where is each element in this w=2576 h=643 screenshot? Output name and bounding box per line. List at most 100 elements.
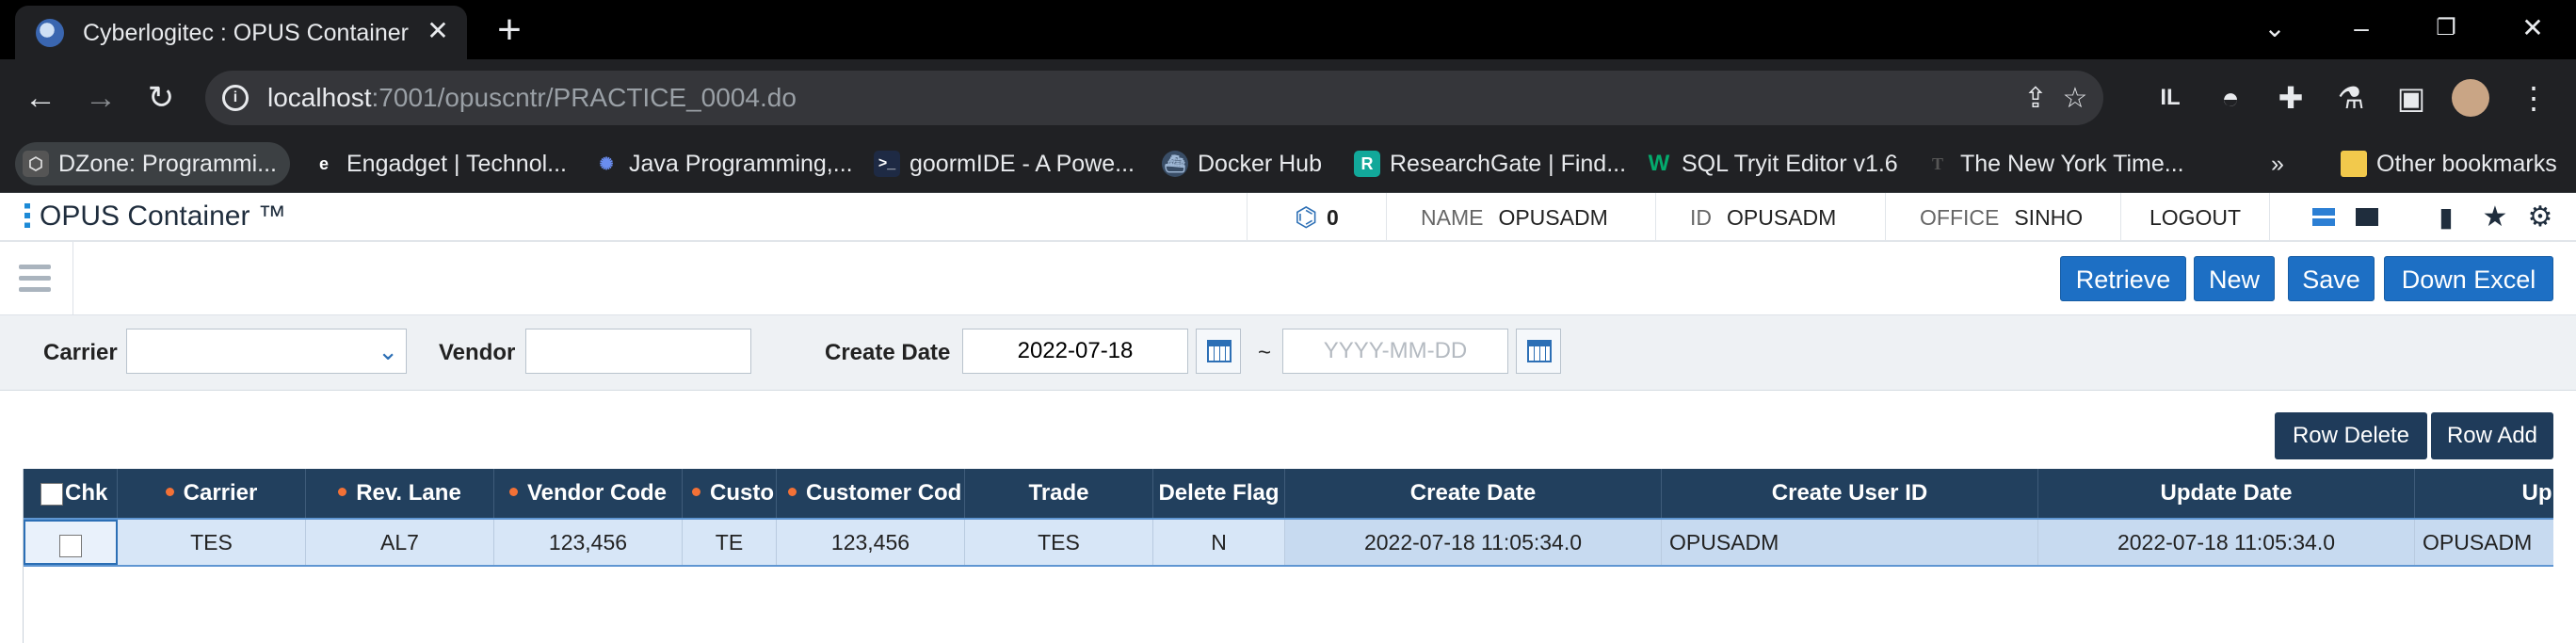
bookmark-nytimes[interactable]: T The New York Time... [1917, 142, 2184, 185]
header-update-user-id[interactable]: Up [2415, 469, 2553, 518]
header-create-user-id[interactable]: Create User ID [1662, 469, 2038, 518]
folder-icon [2341, 151, 2367, 177]
favorite-star-icon[interactable]: ★ [2478, 201, 2512, 234]
vendor-label: Vendor [439, 340, 516, 365]
bookmarks-overflow-icon[interactable]: » [2271, 142, 2284, 185]
create-date-from-input[interactable]: 2022-07-18 [962, 329, 1188, 374]
engadget-icon: e [318, 154, 329, 173]
cell-rev-lane[interactable]: AL7 [306, 520, 494, 565]
save-button[interactable]: Save [2288, 256, 2375, 301]
site-info-icon[interactable]: i [222, 85, 249, 111]
window-close-icon[interactable]: ✕ [2489, 0, 2576, 56]
cell-update-date[interactable]: 2022-07-18 11:05:34.0 [2038, 520, 2415, 565]
header-carrier[interactable]: Carrier [118, 469, 306, 518]
browser-tab[interactable]: Cyberlogitec : OPUS Container ✕ [15, 6, 467, 59]
bookmark-star-icon[interactable]: ☆ [2056, 80, 2094, 118]
vendor-input[interactable] [525, 329, 751, 374]
other-bookmarks[interactable]: Other bookmarks [2333, 142, 2557, 185]
back-icon[interactable]: ← [19, 76, 62, 120]
cell-customer-code[interactable]: 123,456 [777, 520, 965, 565]
cell-update-user-id[interactable]: OPUSADM [2415, 520, 2553, 565]
bookmark-docker-hub[interactable]: ⛴ Docker Hub [1154, 142, 1322, 185]
new-tab-icon[interactable]: + [488, 9, 531, 53]
minimize-icon[interactable]: – [2318, 0, 2405, 56]
user-office: OFFICE SINHO [1885, 193, 2120, 242]
logout-button[interactable]: LOGOUT [2120, 193, 2269, 242]
researchgate-icon: R [1354, 151, 1380, 177]
close-tab-icon[interactable]: ✕ [422, 15, 454, 47]
bookmark-goormide[interactable]: >_ goormIDE - A Powe... [866, 142, 1135, 185]
row-add-button[interactable]: Row Add [2431, 412, 2553, 459]
bookmark-engadget[interactable]: e Engadget | Technol... [303, 142, 567, 185]
retrieve-button[interactable]: Retrieve [2060, 256, 2186, 301]
new-button[interactable]: New [2194, 256, 2275, 301]
required-dot-icon [338, 488, 347, 496]
required-dot-icon [788, 488, 797, 496]
chrome-menu-icon[interactable]: ⋮ [2512, 76, 2555, 120]
tab-title: Cyberlogitec : OPUS Container [83, 20, 409, 46]
bookmark-java-programming[interactable]: ✺ Java Programming,... [586, 142, 852, 185]
intellij-extension-icon[interactable]: IL [2149, 76, 2192, 120]
cell-delete-flag[interactable]: N [1153, 520, 1285, 565]
header-customer-code[interactable]: Customer Cod [777, 469, 965, 518]
required-dot-icon [165, 488, 174, 496]
required-dot-icon [508, 488, 518, 496]
share-icon[interactable]: ⇪ [2017, 80, 2054, 118]
create-date-to-input[interactable]: YYYY-MM-DD [1282, 329, 1508, 374]
browser-tab-strip: Cyberlogitec : OPUS Container ✕ + ⌄ – ❐ … [0, 0, 2576, 59]
down-excel-button[interactable]: Down Excel [2384, 256, 2553, 301]
table-row[interactable]: TES AL7 123,456 TE 123,456 TES N 2022-07… [24, 518, 2553, 567]
side-panel-icon[interactable]: ▣ [2390, 76, 2433, 120]
header-create-date[interactable]: Create Date [1285, 469, 1662, 518]
row-checkbox[interactable] [59, 534, 82, 557]
bookmark-dzone[interactable]: ⬡ DZone: Programmi... [15, 142, 291, 185]
cell-customer-country[interactable]: TE [683, 520, 777, 565]
calendar-from-icon[interactable] [1196, 329, 1241, 374]
tab-search-icon[interactable]: ⌄ [2231, 0, 2318, 56]
app-toolbar: Retrieve New Save Down Excel [0, 242, 2576, 315]
menu-hamburger-icon[interactable] [0, 242, 73, 315]
header-trade[interactable]: Trade [965, 469, 1153, 518]
header-delete-flag[interactable]: Delete Flag [1153, 469, 1285, 518]
network-icon: ⌬ [1295, 202, 1318, 232]
nytimes-icon: T [1931, 154, 1943, 173]
bookmark-researchgate[interactable]: R ResearchGate | Find... [1346, 142, 1626, 185]
header-update-date[interactable]: Update Date [2038, 469, 2415, 518]
header-chk[interactable]: Chk [24, 469, 118, 518]
url-text[interactable]: localhost:7001/opuscntr/PRACTICE_0004.do [267, 83, 797, 113]
header-vendor-code[interactable]: Vendor Code [494, 469, 683, 518]
reload-icon[interactable]: ↻ [139, 76, 183, 120]
row-checkbox-cell[interactable] [24, 520, 118, 565]
dzone-icon: ⬡ [23, 151, 49, 177]
header-customer-country[interactable]: Custo [683, 469, 777, 518]
restore-icon[interactable]: ❐ [2403, 0, 2489, 56]
app-logo: OPUS Container ™ [24, 201, 286, 233]
java-programming-icon: ✺ [599, 154, 614, 173]
forward-icon[interactable]: → [79, 76, 122, 120]
layout-single-icon[interactable] [2350, 201, 2384, 234]
notification-counter[interactable]: ⌬ 0 [1247, 193, 1386, 242]
bookmark-sql-tryit[interactable]: W SQL Tryit Editor v1.6 [1638, 142, 1898, 185]
search-panel: Carrier ⌄ Vendor Create Date 2022-07-18 … [0, 315, 2576, 391]
header-rev-lane[interactable]: Rev. Lane [306, 469, 494, 518]
layout-split-icon[interactable] [2307, 201, 2341, 234]
calendar-to-icon[interactable] [1516, 329, 1561, 374]
profile-avatar-icon[interactable] [2452, 79, 2489, 117]
row-delete-button[interactable]: Row Delete [2275, 412, 2427, 459]
address-bar[interactable]: i localhost:7001/opuscntr/PRACTICE_0004.… [205, 71, 2103, 125]
select-all-checkbox[interactable] [40, 482, 63, 506]
cell-create-user-id[interactable]: OPUSADM [1662, 520, 2038, 565]
settings-gear-icon[interactable]: ⚙ [2523, 201, 2557, 234]
logo-dots-icon [24, 203, 30, 228]
user-id: ID OPUSADM [1655, 193, 1885, 242]
extension-avatar-icon[interactable]: ◓ [2209, 76, 2252, 120]
user-name: NAME OPUSADM [1386, 193, 1655, 242]
extensions-puzzle-icon[interactable]: ✚ [2269, 76, 2312, 120]
cell-trade[interactable]: TES [965, 520, 1153, 565]
carrier-select[interactable]: ⌄ [126, 329, 407, 374]
labs-flask-icon[interactable]: ⚗ [2329, 76, 2373, 120]
cell-carrier[interactable]: TES [118, 520, 306, 565]
document-icon[interactable]: ▮ [2429, 201, 2463, 234]
cell-vendor-code[interactable]: 123,456 [494, 520, 683, 565]
cell-create-date[interactable]: 2022-07-18 11:05:34.0 [1285, 520, 1662, 565]
